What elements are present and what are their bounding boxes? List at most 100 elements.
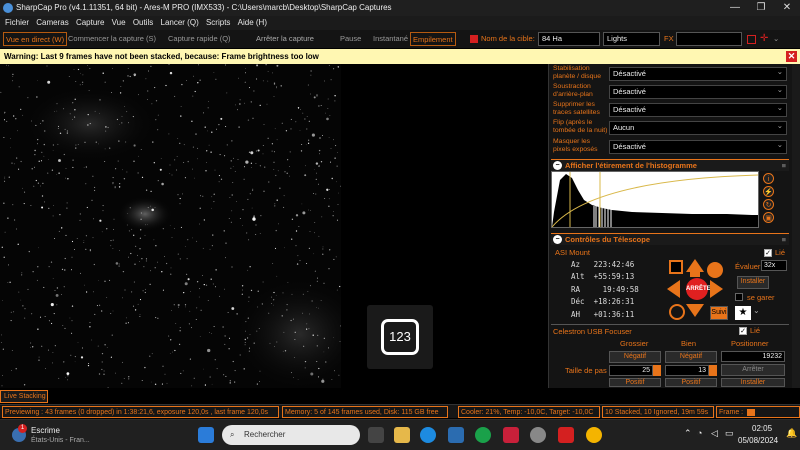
setting-dropdown[interactable]: Désactivé [609,84,787,99]
setting-dropdown[interactable]: Désactivé [609,102,787,117]
star [125,317,127,319]
clock-time[interactable]: 02:05 [752,424,772,433]
live-view-button[interactable]: Vue en direct (W) [3,32,68,46]
star [65,376,66,378]
sharpcap-taskbar-icon[interactable] [530,427,546,443]
east-arrow-button[interactable] [710,280,723,298]
focuser-install-button[interactable]: Installer [721,378,785,387]
menu-cameras[interactable]: Cameras [36,16,68,30]
dropdown-arrow-icon[interactable]: ⌄ [773,32,779,46]
frame-type-select[interactable]: Lights [603,32,660,46]
slew-rate-select[interactable]: 32x [761,260,787,271]
notifications-icon[interactable]: 🔔 [786,428,797,439]
edge-browser-icon[interactable] [420,427,436,443]
coarse-step-spinner[interactable] [653,365,661,376]
focuser-coarse-positive-button[interactable]: Positif [609,378,661,387]
setting-dropdown[interactable]: Aucun [609,120,787,135]
menu-icon[interactable]: ≡ [782,234,786,246]
taskbar-search-box[interactable]: ⌕ Rechercher [222,425,360,445]
menu-icon[interactable]: ≡ [782,160,786,172]
focuser-stop-button[interactable]: Arrêter [721,364,785,376]
crosshair-icon[interactable]: ✛ [760,32,768,46]
maximize-button[interactable]: ❐ [748,0,774,16]
volume-icon[interactable]: ◁ [711,428,718,439]
menu-capture[interactable]: Capture [76,16,104,30]
collapse-icon[interactable]: − [553,161,562,170]
fine-step-spinner[interactable] [709,365,717,376]
star [191,385,193,387]
stop-mount-button[interactable]: ARRÊTE [686,278,711,300]
star-dropdown-icon[interactable]: ⌄ [753,306,760,315]
tracking-button[interactable]: Suivi [710,306,728,320]
coarse-step-input[interactable]: 25 [609,365,653,376]
star [320,161,323,163]
menu-lancer[interactable]: Lancer (Q) [161,16,199,30]
star [69,113,71,115]
system-tray-chevron-icon[interactable]: ⌃ [684,428,692,439]
menu-fichier[interactable]: Fichier [5,16,29,30]
close-button[interactable]: ✕ [774,0,800,16]
windows-start-icon[interactable] [198,427,214,443]
histogram-section-header[interactable]: − Afficher l'étirement de l'histogramme … [551,159,789,171]
star-field-image[interactable] [0,64,341,388]
histogram-chart[interactable] [551,171,759,228]
panel-scrollbar[interactable] [792,64,800,388]
telescope-section-header[interactable]: − Contrôles du Télescope ≡ [551,233,789,245]
star [89,322,91,324]
info-icon[interactable]: i [763,173,774,184]
save-icon[interactable]: ▣ [763,212,774,223]
store-icon[interactable] [448,427,464,443]
mount-install-button[interactable]: Installer [737,276,769,289]
chrome-browser-icon[interactable] [586,427,602,443]
star [295,245,297,247]
focuser-coarse-negative-button[interactable]: Négatif [609,351,661,363]
battery-icon[interactable]: ▭ [725,428,734,439]
widget-title[interactable]: Escrime [31,426,60,435]
pause-button[interactable]: Pause [340,32,361,46]
setting-dropdown[interactable]: Désactivé [609,139,787,154]
task-view-icon[interactable] [368,427,384,443]
target-name-input[interactable]: 84 Ha [538,32,600,46]
park-checkbox[interactable] [735,293,743,301]
fx-select[interactable] [676,32,742,46]
close-warning-button[interactable]: ✕ [786,51,797,62]
menu-scripts[interactable]: Scripts [206,16,230,30]
wifi-icon[interactable]: ◔ [697,428,702,438]
stacking-button[interactable]: Empilement [410,32,456,46]
minimize-button[interactable]: — [722,0,748,16]
menu-outils[interactable]: Outils [133,16,153,30]
app-icon-green[interactable] [475,427,491,443]
snapshot-button[interactable]: Instantané [373,32,408,46]
menu-vue[interactable]: Vue [112,16,126,30]
sync-icon[interactable] [707,262,723,278]
app-icon-dark-red[interactable] [558,427,574,443]
focuser-linked-checkbox[interactable]: ✓ [739,327,747,335]
focuser-fine-positive-button[interactable]: Positif [665,378,717,387]
quick-capture-button[interactable]: Capture rapide (Q) [168,32,231,46]
selection-box-icon[interactable] [747,35,756,44]
focuser-fine-negative-button[interactable]: Négatif [665,351,717,363]
west-arrow-button[interactable] [667,280,680,298]
mount-linked-checkbox[interactable]: ✓ [764,249,772,257]
south-arrow-button[interactable] [686,304,704,317]
goto-icon[interactable] [669,260,683,274]
north-arrow-button[interactable] [686,259,704,272]
reset-icon[interactable]: ↻ [763,199,774,210]
lightning-icon[interactable]: ⚡ [763,186,774,197]
star [337,66,339,68]
stop-capture-button[interactable]: Arrêter la capture [256,32,314,46]
app-icon-red[interactable] [503,427,519,443]
setting-dropdown[interactable]: Désactivé [609,66,787,81]
collapse-icon[interactable]: − [553,235,562,244]
fine-step-input[interactable]: 13 [665,365,709,376]
menu-aide[interactable]: Aide (H) [238,16,267,30]
start-capture-button[interactable]: Commencer la capture (S) [68,32,156,46]
live-stacking-tab[interactable]: Live Stacking [0,390,48,403]
target-center-icon[interactable] [669,304,685,320]
star [120,86,122,88]
file-explorer-icon[interactable] [394,427,410,443]
star [113,229,115,231]
star-icon[interactable]: ★ [735,306,751,320]
star [63,361,65,363]
clock-date[interactable]: 05/08/2024 [738,436,778,445]
